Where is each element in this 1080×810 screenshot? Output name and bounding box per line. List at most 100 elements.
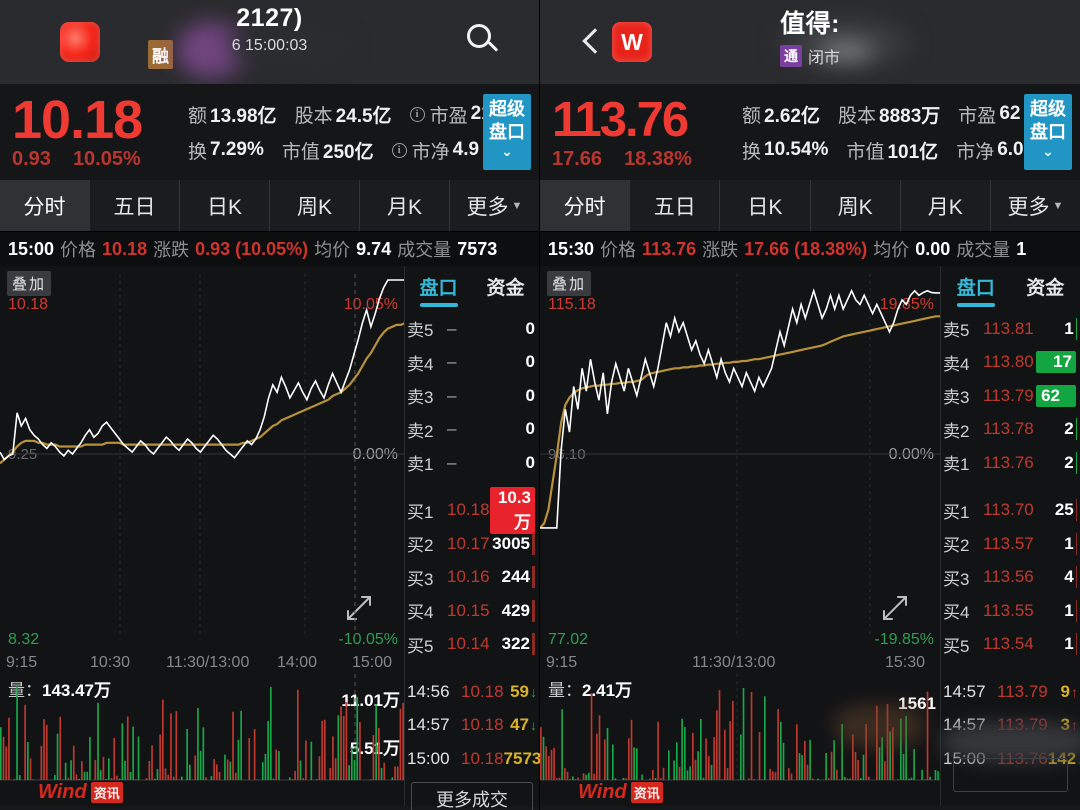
tab-fenshi[interactable]: 分时: [0, 180, 90, 231]
info-icon[interactable]: i: [391, 142, 407, 158]
left-body: 叠加 10.18 10.05% 9.25 0.00% 8.32 -10.05%: [0, 266, 549, 810]
stat-marketcap: 市值 250亿: [281, 141, 374, 163]
left-orderbook-tabs: 盘口 资金: [405, 266, 539, 306]
right-orderbook-tabs: 盘口 资金: [941, 266, 1080, 306]
right-orderbook: 盘口 资金 卖5 113.81 1 卖4 113.80 17 卖3 113.79 62 卖2…: [940, 266, 1080, 806]
info-change: 0.93 (10.05%): [195, 238, 309, 259]
bid-row: 买1 10.18 10.3万: [405, 486, 539, 534]
tab-yuek[interactable]: 月K: [901, 180, 991, 231]
ob-tab-zijin[interactable]: 资金: [1011, 273, 1080, 300]
tab-more[interactable]: 更多 ▼: [991, 180, 1080, 231]
info-icon[interactable]: i: [409, 106, 425, 122]
arrow-up-icon: ↑: [1071, 717, 1078, 734]
stat-amount: 额 2.62亿: [742, 105, 820, 127]
bid-row: 买4 113.55 1: [943, 599, 1076, 623]
arrow-up-icon: ↑: [1071, 683, 1078, 700]
stat-shares: 股本 8883万: [838, 105, 941, 127]
right-last-price: 113.76: [552, 93, 689, 147]
info-change: 17.66 (18.38%): [744, 238, 868, 259]
right-change-abs: 17.66: [552, 148, 603, 170]
chevron-down-icon: ⌄: [1042, 143, 1054, 159]
trade-row: 14:56 10.18 59 ↓: [407, 681, 537, 701]
tab-zhouk[interactable]: 周K: [811, 180, 901, 231]
blur-artifact-4: [818, 42, 874, 60]
caret-down-icon: ▼: [511, 199, 523, 212]
ask-row: 卖2 113.78 2: [943, 418, 1076, 441]
ob-tab-pankou[interactable]: 盘口: [405, 273, 472, 300]
bid-row: 买5 10.14 322: [405, 628, 539, 662]
stat-pe: i 市盈 21: [409, 101, 492, 128]
bid-row: 买5 113.54 1: [943, 633, 1076, 656]
blur-artifact-3: [780, 18, 910, 68]
info-volume: 1: [1016, 238, 1027, 259]
tab-more[interactable]: 更多 ▼: [450, 180, 539, 231]
arrow-down-icon: ↓: [530, 717, 537, 734]
app-logo-icon: [60, 22, 100, 62]
left-crosshair-info: 15:00 价格 10.18 涨跌 0.93 (10.05%) 均价 9.74 …: [0, 232, 539, 266]
right-body: 叠加 115.18 19.85% 96.10 0.00% 77.02 -19.8…: [540, 266, 1080, 806]
right-chart-tabs: 分时 五日 日K 周K 月K 更多 ▼: [540, 180, 1080, 232]
tab-wuri[interactable]: 五日: [90, 180, 180, 231]
market-status: 闭市: [807, 50, 840, 67]
tab-wuri[interactable]: 五日: [630, 180, 721, 231]
info-time: 15:30: [548, 238, 595, 259]
right-time-axis: 9:15 11:30/13:00 15:30: [546, 654, 926, 671]
ob-tab-pankou[interactable]: 盘口: [941, 273, 1011, 300]
stat-pb: 市净 6.0: [956, 139, 1024, 163]
trade-row: 14:57 113.79 9 ↑: [943, 681, 1078, 701]
info-price: 10.18: [102, 238, 148, 259]
left-navbar: 融 2127) 6 15:00:03: [0, 0, 539, 84]
bid-row: 买4 10.15 429: [405, 594, 539, 628]
stat-pe: 市盈 62: [958, 103, 1021, 127]
left-time-axis: 9:15 10:30 11:30/13:00 14:00 15:00: [6, 654, 393, 671]
left-watermark: Wind 资讯: [38, 781, 123, 804]
bid-row: 买1 113.70 25: [943, 499, 1076, 522]
more-trades-button[interactable]: 更多成交: [411, 781, 533, 810]
bid-row: 买3 10.16 244: [405, 561, 539, 595]
left-price-chart: [0, 274, 405, 636]
info-price: 113.76: [642, 238, 697, 259]
left-chart-tabs: 分时 五日 日K 周K 月K 更多 ▼: [0, 180, 539, 232]
stat-turnover: 换 7.29%: [188, 139, 264, 163]
chevron-down-icon: ⌄: [501, 143, 513, 159]
trade-row: 15:0010.187573↓: [405, 742, 549, 776]
ask-row: 卖3–0: [407, 385, 535, 408]
left-chart-area[interactable]: 叠加 10.18 10.05% 9.25 0.00% 8.32 -10.05%: [0, 266, 405, 806]
more-trades-button[interactable]: [953, 758, 1068, 792]
right-orderbook-rows: 卖5 113.81 1 卖4 113.80 17 卖3 113.79 62 卖2 113.78…: [941, 306, 1080, 776]
ask-row: 卖4 113.80 17: [941, 346, 1080, 380]
trade-row: 14:57 113.79 3 ↑: [943, 715, 1078, 735]
back-chevron-icon[interactable]: [582, 27, 602, 57]
blur-artifact-2: [228, 26, 348, 66]
blur-artifact-1: [176, 22, 246, 78]
tab-rik[interactable]: 日K: [180, 180, 270, 231]
info-time: 15:00: [8, 238, 55, 259]
right-page-title: 值得:: [780, 10, 840, 38]
super-orderbook-button[interactable]: 超级 盘口 ⌄: [483, 94, 531, 170]
left-change-abs: 0.93: [12, 148, 51, 170]
tab-zhouk[interactable]: 周K: [270, 180, 360, 231]
right-volume-chart: [540, 674, 940, 781]
wind-app-icon[interactable]: W: [612, 22, 652, 62]
tab-rik[interactable]: 日K: [720, 180, 811, 231]
ask-row: 卖1 113.76 2: [943, 451, 1076, 475]
caret-down-icon: ▼: [1052, 199, 1064, 212]
search-icon[interactable]: [467, 24, 501, 58]
right-chart-area[interactable]: 叠加 115.18 19.85% 96.10 0.00% 77.02 -19.8…: [540, 266, 940, 806]
super-orderbook-button[interactable]: 超级 盘口 ⌄: [1024, 94, 1072, 170]
info-avg: 0.00: [915, 238, 951, 259]
left-volume-chart: [0, 674, 405, 781]
ask-row: 卖1–0: [407, 452, 535, 475]
ob-tab-zijin[interactable]: 资金: [472, 273, 539, 300]
stat-marketcap: 市值 101亿: [846, 141, 939, 163]
left-nav-subtitle: 6 15:00:03: [231, 37, 308, 54]
right-price-chart: [540, 274, 940, 636]
tab-yuek[interactable]: 月K: [360, 180, 450, 231]
left-quote-block: 10.18 0.93 10.05% 额 13.98亿 股本 24.5亿 i 市盈 21 …: [0, 84, 539, 180]
stat-turnover: 换 10.54%: [742, 139, 829, 163]
tab-fenshi[interactable]: 分时: [540, 180, 631, 231]
ask-row: 卖3 113.79 62: [941, 379, 1080, 413]
right-change-pct: 18.38%: [624, 148, 692, 170]
trade-row: 14:57 10.18 47 ↓: [407, 715, 537, 735]
left-stock-panel: 融 2127) 6 15:00:03 10.18 0.93 10.05% 额 1…: [0, 0, 549, 810]
